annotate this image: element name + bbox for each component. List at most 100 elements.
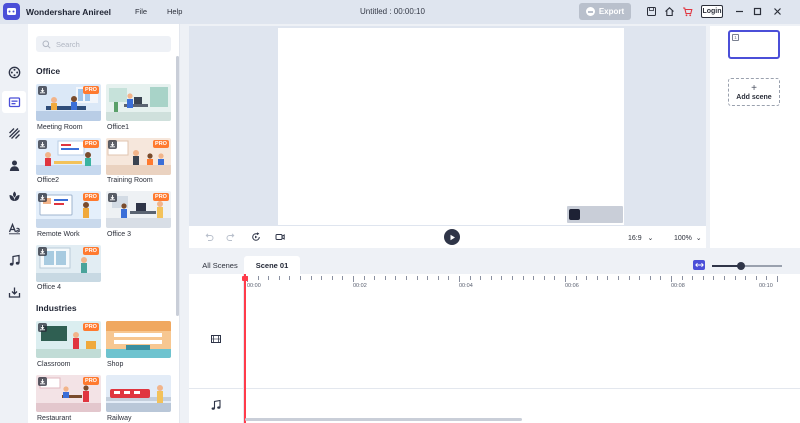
app-logo-icon [3, 3, 20, 20]
save-icon[interactable] [645, 5, 657, 17]
text-icon[interactable] [2, 217, 26, 239]
download-icon[interactable] [38, 247, 47, 256]
playhead[interactable] [244, 274, 246, 423]
template-thumb-office1[interactable] [106, 84, 171, 121]
ruler-label: 00:08 [671, 283, 685, 289]
template-label: Meeting Room [37, 124, 83, 131]
ruler-tick [501, 276, 503, 280]
template-thumb-meeting-room[interactable]: PRO [36, 84, 101, 121]
search-icon [42, 40, 51, 49]
video-track-film-icon [209, 332, 223, 346]
template-thumb-shop[interactable] [106, 321, 171, 358]
template-thumb-railway[interactable] [106, 375, 171, 412]
template-panel: Office PRO Meeting Room Office1 PRO Offi… [28, 24, 180, 423]
download-icon[interactable] [38, 377, 47, 386]
close-icon[interactable] [771, 5, 783, 17]
template-thumb-office2[interactable]: PRO [36, 138, 101, 175]
template-icon[interactable] [2, 91, 26, 113]
cart-icon[interactable] [681, 5, 693, 17]
audio-track-music-icon [209, 398, 223, 412]
ruler-tick [596, 276, 598, 280]
download-icon[interactable] [108, 140, 117, 149]
menu-file[interactable]: File [135, 7, 147, 16]
playhead-handle[interactable] [242, 276, 248, 281]
scene-canvas[interactable] [278, 28, 624, 225]
template-thumb-office-3[interactable]: PRO [106, 191, 171, 228]
timeline-scrollbar[interactable] [245, 418, 522, 421]
timeline-zoom-knob[interactable] [737, 262, 745, 270]
ruler-tick [565, 276, 566, 282]
ruler-tick [469, 276, 471, 280]
ruler-tick [681, 276, 683, 280]
login-button[interactable]: Login [701, 5, 723, 18]
download-icon[interactable] [38, 193, 47, 202]
ruler-tick [713, 276, 715, 280]
preview-stage: 16:9 ⌄ 100% ⌄ [189, 26, 706, 248]
redo-icon[interactable] [225, 231, 237, 243]
search-box[interactable] [36, 36, 171, 52]
template-thumb-remote-work[interactable]: PRO [36, 191, 101, 228]
home-icon[interactable] [663, 5, 675, 17]
search-input[interactable] [56, 39, 156, 49]
template-thumb-restaurant[interactable]: PRO [36, 375, 101, 412]
download-icon[interactable] [38, 86, 47, 95]
ruler-tick [777, 276, 778, 282]
ruler-tick [702, 276, 704, 280]
film-reel-icon[interactable] [2, 61, 26, 83]
add-scene-button[interactable]: + Add scene [728, 78, 780, 106]
scene-thumbnail[interactable]: 1 [728, 30, 780, 59]
minimize-icon[interactable] [733, 5, 745, 17]
export-icon [585, 7, 595, 16]
character-icon[interactable] [2, 154, 26, 176]
template-thumb-training-room[interactable]: PRO [106, 138, 171, 175]
tab-scene-01[interactable]: Scene 01 [244, 256, 300, 274]
undo-icon[interactable] [203, 231, 215, 243]
ruler-tick [257, 276, 259, 280]
ruler-tick [406, 276, 407, 280]
template-label: Office 4 [37, 284, 61, 291]
play-button[interactable] [444, 229, 460, 245]
panel-scrollbar[interactable] [176, 56, 179, 316]
template-thumb-classroom[interactable]: PRO [36, 321, 101, 358]
zoom-select[interactable]: 100% ⌄ [674, 234, 702, 242]
ruler-tick [310, 276, 312, 280]
record-camera-icon[interactable] [274, 231, 286, 243]
ruler-tick [660, 276, 662, 280]
ruler-tick [745, 276, 747, 280]
ruler-tick [384, 276, 386, 280]
template-label: Classroom [37, 361, 71, 368]
music-icon[interactable] [2, 249, 26, 271]
pro-badge: PRO [153, 140, 169, 148]
prop-icon[interactable] [2, 185, 26, 207]
template-label: Office1 [107, 124, 130, 131]
aspect-ratio-value: 16:9 [628, 235, 642, 242]
timeline-ruler[interactable]: 00:00 00:02 00:04 00:06 00:08 00:10 [244, 274, 800, 292]
ruler-tick [353, 276, 354, 282]
download-icon[interactable] [108, 193, 117, 202]
watermark-logo-icon [569, 209, 580, 220]
template-thumb-office-4[interactable]: PRO [36, 245, 101, 282]
scene-list-panel: 1 + Add scene [710, 26, 800, 248]
download-icon[interactable] [38, 323, 47, 332]
maximize-icon[interactable] [751, 5, 763, 17]
track-headers [189, 274, 244, 423]
export-label: Export [598, 7, 625, 16]
ruler-tick [755, 276, 757, 280]
ruler-tick [268, 276, 270, 280]
timeline-zoom-slider[interactable] [712, 265, 782, 267]
fit-timeline-icon[interactable] [693, 260, 705, 270]
template-label: Railway [107, 415, 132, 422]
ruler-tick [766, 276, 768, 280]
replay-icon[interactable] [250, 231, 262, 243]
aspect-ratio-select[interactable]: 16:9 ⌄ [628, 234, 653, 242]
background-icon[interactable] [2, 122, 26, 144]
timeline: 00:00 00:02 00:04 00:06 00:08 00:10 [189, 274, 800, 423]
import-icon[interactable] [2, 281, 26, 303]
download-icon[interactable] [38, 140, 47, 149]
ruler-tick [490, 276, 492, 280]
pro-badge: PRO [83, 86, 99, 94]
pro-badge: PRO [83, 323, 99, 331]
menu-help[interactable]: Help [167, 7, 182, 16]
export-button[interactable]: Export [579, 3, 631, 20]
tab-all-scenes[interactable]: All Scenes [194, 256, 246, 274]
